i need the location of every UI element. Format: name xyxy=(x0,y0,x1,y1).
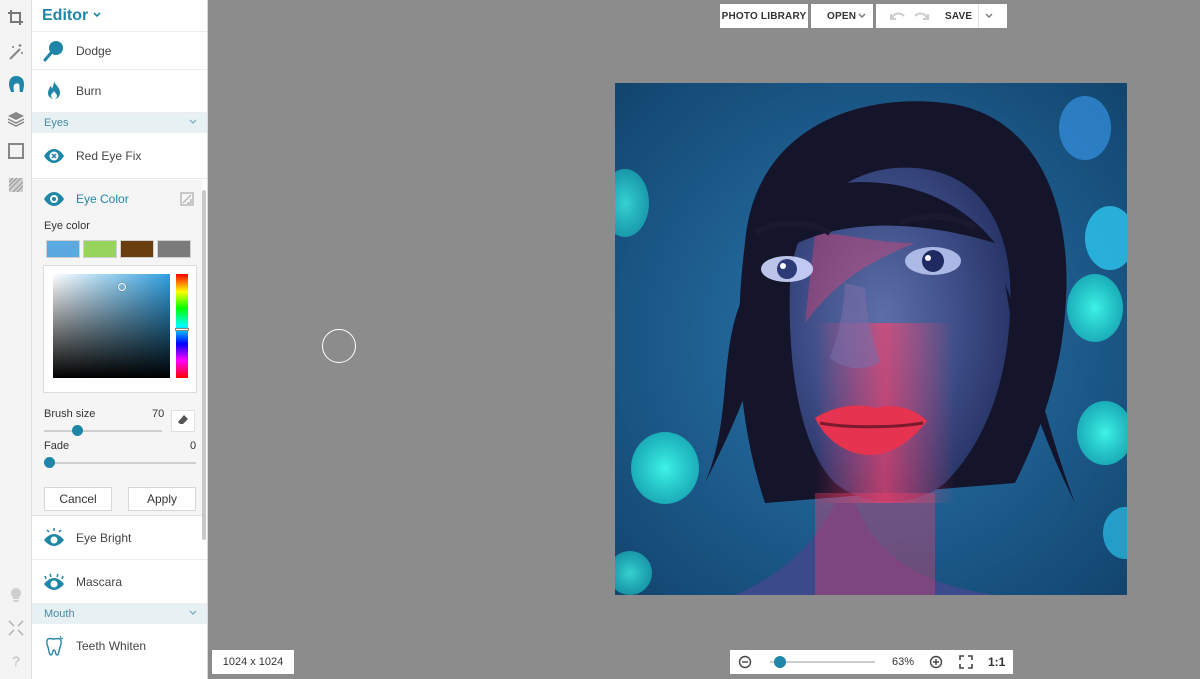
section-eyes[interactable]: Eyes xyxy=(32,113,207,133)
swatch-blue[interactable] xyxy=(46,240,80,258)
compare-icon[interactable] xyxy=(180,192,194,209)
zoom-slider-knob[interactable] xyxy=(774,656,787,668)
chevron-down-icon[interactable] xyxy=(984,11,994,24)
photo-library-button[interactable]: PHOTO LIBRARY xyxy=(720,4,808,28)
save-label: SAVE xyxy=(945,10,973,22)
panel-title: Editor xyxy=(42,6,89,24)
mascara-icon xyxy=(42,570,66,594)
fade-slider[interactable] xyxy=(44,462,196,464)
tool-teeth-whiten[interactable]: Teeth Whiten xyxy=(32,624,207,668)
fit-screen-icon[interactable] xyxy=(959,655,973,672)
eraser-icon xyxy=(177,414,189,429)
divider xyxy=(978,4,979,28)
brush-size-value: 70 xyxy=(152,408,165,420)
tool-label: Teeth Whiten xyxy=(76,639,147,653)
brush-size-label: Brush size xyxy=(44,408,96,420)
section-mouth[interactable]: Mouth xyxy=(32,604,207,624)
section-label: Mouth xyxy=(44,608,75,620)
eye-icon xyxy=(42,187,66,211)
expand-icon[interactable] xyxy=(4,616,28,640)
panel-scrollbar[interactable] xyxy=(202,190,206,540)
swatch-gray[interactable] xyxy=(157,240,191,258)
chevron-down-icon[interactable] xyxy=(857,11,867,24)
panel-header[interactable]: Editor xyxy=(32,0,207,32)
touch-up-icon[interactable] xyxy=(4,72,28,96)
color-picker xyxy=(43,265,197,393)
section-label: Eyes xyxy=(44,117,69,129)
swatch-brown[interactable] xyxy=(120,240,154,258)
tool-mascara[interactable]: Mascara xyxy=(32,560,207,604)
zoom-in-icon[interactable] xyxy=(929,655,943,672)
dodge-icon xyxy=(42,39,66,63)
zoom-level: 63% xyxy=(892,656,915,668)
cancel-button[interactable]: Cancel xyxy=(44,487,112,511)
frame-icon[interactable] xyxy=(4,139,28,163)
red-eye-fix-icon xyxy=(42,144,66,168)
eye-color-panel: Eye Color Eye color Brush size 70 Fade 0… xyxy=(32,180,202,516)
zoom-bar: 63% 1:1 xyxy=(730,650,1013,674)
tool-panel: Editor Dodge Burn Eyes Red Eye Fix Eye C… xyxy=(32,0,208,679)
tool-label: Mascara xyxy=(76,574,123,589)
magic-wand-icon[interactable] xyxy=(4,40,28,64)
fade-knob[interactable] xyxy=(44,457,55,468)
tool-eye-bright[interactable]: Eye Bright xyxy=(32,516,207,560)
open-button[interactable]: OPEN xyxy=(811,4,873,28)
undo-icon[interactable] xyxy=(890,10,906,25)
texture-icon[interactable] xyxy=(4,173,28,197)
layers-icon[interactable] xyxy=(4,107,28,131)
chevron-down-icon xyxy=(188,608,198,621)
tool-eye-color[interactable]: Eye Color xyxy=(32,186,202,212)
eraser-button[interactable] xyxy=(171,410,195,432)
crop-icon[interactable] xyxy=(4,6,28,30)
fade-value: 0 xyxy=(190,440,197,452)
hue-slider[interactable] xyxy=(175,274,189,378)
tool-label: Eye Color xyxy=(76,192,129,206)
zoom-out-icon[interactable] xyxy=(738,655,752,672)
open-label: OPEN xyxy=(827,10,857,22)
brush-size-slider[interactable] xyxy=(44,430,162,432)
save-button[interactable]: SAVE xyxy=(938,4,1007,28)
portrait-image xyxy=(615,83,1127,595)
eye-color-label: Eye color xyxy=(44,220,90,232)
tool-label: Dodge xyxy=(76,43,112,58)
chevron-down-icon xyxy=(188,117,198,130)
apply-button[interactable]: Apply xyxy=(128,487,196,511)
photo-canvas[interactable] xyxy=(615,83,1127,595)
fade-label: Fade xyxy=(44,440,70,452)
chevron-down-icon xyxy=(92,9,102,23)
tool-label: Burn xyxy=(76,84,102,98)
tool-burn[interactable]: Burn xyxy=(32,70,207,113)
tool-dodge[interactable]: Dodge xyxy=(32,32,207,70)
tool-rail: ? xyxy=(0,0,32,679)
swatch-green[interactable] xyxy=(83,240,117,258)
brush-size-knob[interactable] xyxy=(72,425,84,436)
tool-label: Eye Bright xyxy=(76,530,132,545)
tool-red-eye-fix[interactable]: Red Eye Fix xyxy=(32,133,207,179)
color-picker-knob[interactable] xyxy=(118,283,126,291)
actual-size-button[interactable]: 1:1 xyxy=(988,655,1005,669)
image-dimensions: 1024 x 1024 xyxy=(212,650,294,674)
flame-icon xyxy=(42,79,66,103)
hue-slider-knob[interactable] xyxy=(175,328,189,331)
help-icon[interactable]: ? xyxy=(4,649,28,673)
tooth-icon xyxy=(42,634,66,658)
eye-bright-icon xyxy=(42,526,66,550)
brush-cursor xyxy=(322,329,356,363)
saturation-value-area[interactable] xyxy=(53,274,170,378)
lightbulb-icon[interactable] xyxy=(4,582,28,606)
tool-label: Red Eye Fix xyxy=(76,148,142,163)
history-buttons xyxy=(876,4,938,28)
redo-icon[interactable] xyxy=(913,10,929,25)
